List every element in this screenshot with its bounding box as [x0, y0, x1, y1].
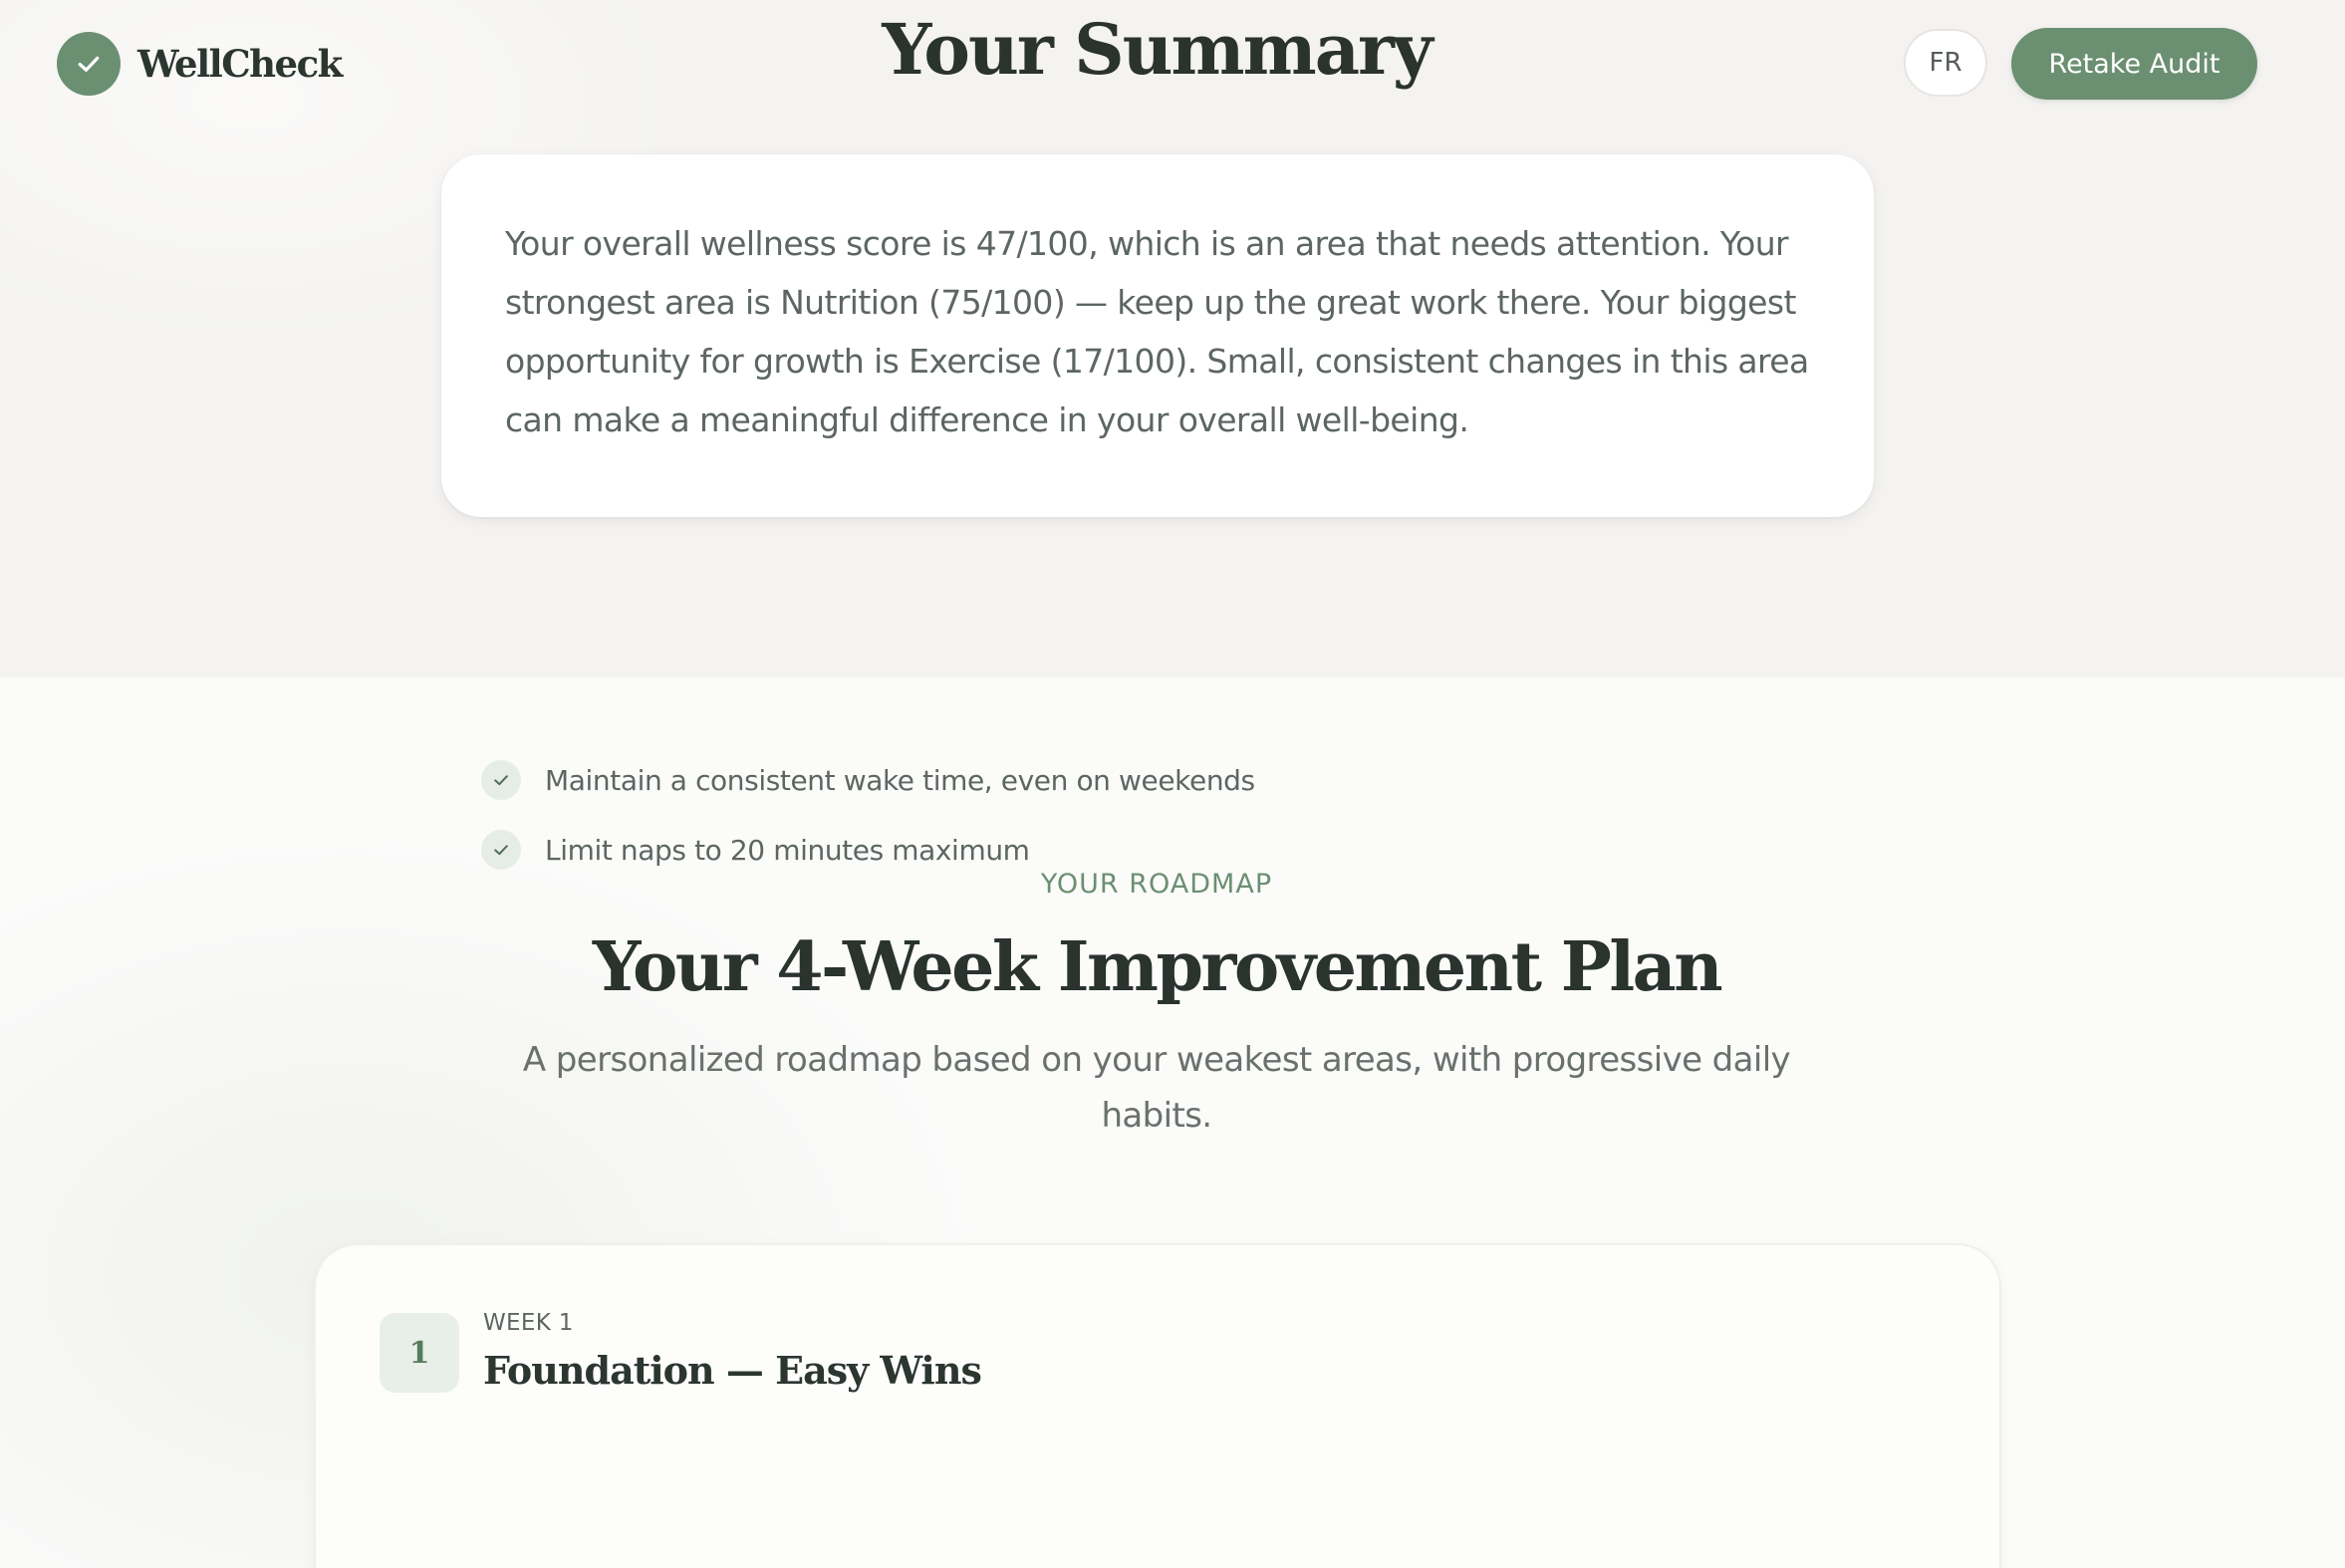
retake-audit-button[interactable]: Retake Audit [2011, 28, 2257, 100]
summary-text: Your overall wellness score is 47/100, w… [505, 224, 1809, 439]
week-label: WEEK 1 [483, 1310, 574, 1336]
check-icon [481, 760, 521, 800]
week-title: Foundation — Easy Wins [483, 1348, 982, 1393]
roadmap-section: YOUR ROADMAP Your 4-Week Improvement Pla… [0, 677, 2345, 1568]
habit-text: Limit naps to 20 minutes maximum [545, 833, 1030, 867]
summary-card: Your overall wellness score is 47/100, w… [441, 154, 1874, 517]
habit-text: Maintain a consistent wake time, even on… [545, 763, 1255, 797]
check-icon [481, 830, 521, 870]
week-card: 1 WEEK 1 Foundation — Easy Wins [314, 1243, 2001, 1568]
summary-section: WellCheck Your Summary FR Retake Audit Y… [0, 0, 2345, 677]
roadmap-eyebrow: YOUR ROADMAP [1040, 869, 1273, 900]
language-toggle-button[interactable]: FR [1904, 29, 1987, 97]
habit-item: Maintain a consistent wake time, even on… [481, 759, 1255, 801]
habit-item: Limit naps to 20 minutes maximum [481, 829, 1030, 871]
roadmap-subtitle: A personalized roadmap based on your wea… [522, 1040, 1791, 1136]
roadmap-title: Your 4-Week Improvement Plan [592, 927, 1723, 1007]
week-number-badge: 1 [380, 1313, 459, 1393]
